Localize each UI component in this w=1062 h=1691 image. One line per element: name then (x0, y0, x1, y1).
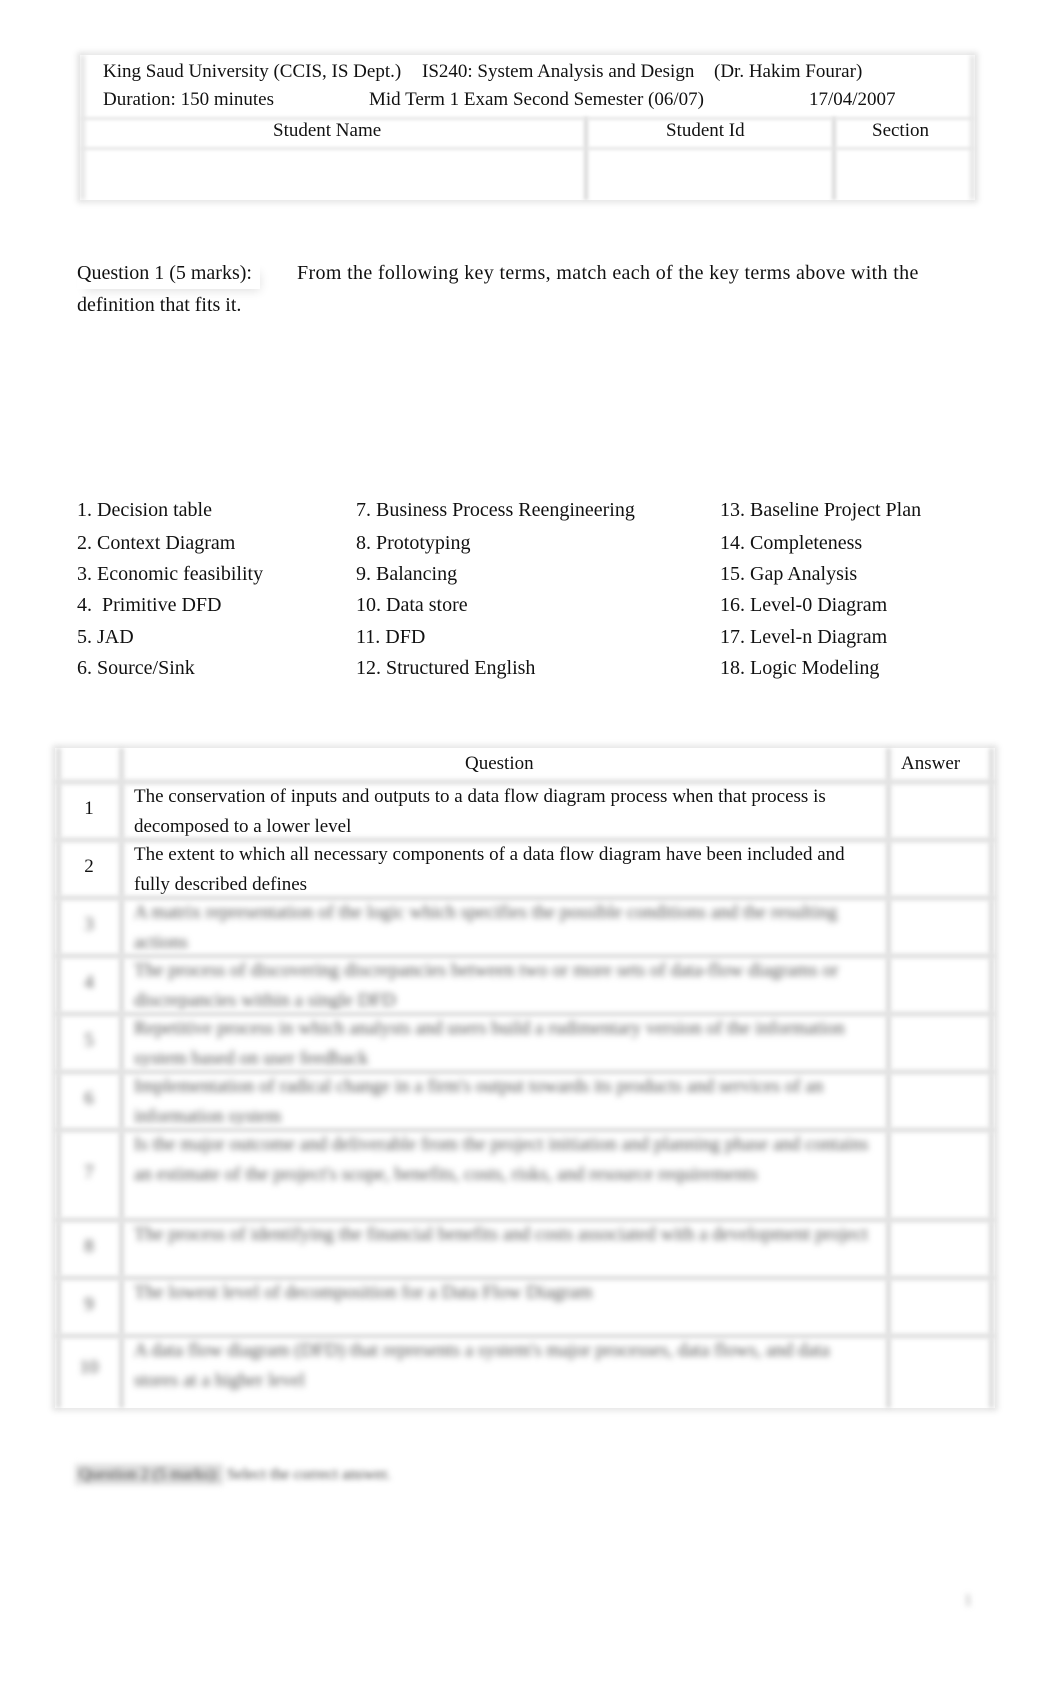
key-term: 14. Completeness (720, 532, 863, 554)
key-term: 5. JAD (77, 626, 134, 648)
row-number: 10 (79, 1357, 99, 1378)
key-term: 10. Data store (356, 594, 468, 616)
key-term: 4. Primitive DFD (77, 594, 222, 616)
answer-field[interactable] (895, 1224, 985, 1274)
answer-field[interactable] (895, 1018, 985, 1068)
key-term: 12. Structured English (356, 657, 536, 679)
row-number: 1 (84, 798, 94, 819)
row-number: 7 (84, 1162, 94, 1183)
key-term: 1. Decision table (77, 499, 212, 521)
answer-field[interactable] (895, 844, 985, 894)
table-border (988, 748, 995, 1408)
row-number: 4 (84, 972, 94, 993)
answer-field[interactable] (895, 960, 985, 1010)
row-number: 6 (84, 1088, 94, 1109)
answer-field[interactable] (895, 1076, 985, 1126)
key-term: 11. DFD (356, 626, 426, 648)
course-title: IS240: System Analysis and Design (422, 61, 695, 82)
exam-title: Mid Term 1 Exam Second Semester (06/07) (369, 89, 704, 110)
question-text: A matrix representation of the logic whi… (134, 902, 838, 953)
key-term: 2. Context Diagram (77, 532, 236, 554)
key-term: 8. Prototyping (356, 532, 471, 554)
question-2-text: Select the correct answer. (226, 1466, 391, 1483)
question-text: The process of discovering discrepancies… (134, 960, 839, 1011)
question-text: Implementation of radical change in a fi… (134, 1076, 824, 1127)
row-number: 9 (84, 1294, 94, 1315)
student-id-field[interactable] (591, 152, 829, 196)
question-text: The extent to which all necessary compon… (134, 844, 845, 895)
table-border (80, 147, 975, 150)
key-term: 7. Business Process Reengineering (356, 499, 635, 521)
question-column-header: Question (465, 753, 534, 774)
row-number: 2 (84, 856, 94, 877)
page-number: 1 (964, 1592, 972, 1609)
key-term: 3. Economic feasibility (77, 563, 264, 585)
question-text: Is the major outcome and deliverable fro… (134, 1134, 869, 1185)
table-border (970, 55, 975, 200)
key-term: 17. Level-n Diagram (720, 626, 888, 648)
key-term: 15. Gap Analysis (720, 563, 858, 585)
answer-field[interactable] (895, 902, 985, 952)
university-name: King Saud University (CCIS, IS Dept.) (103, 61, 402, 82)
section-header: Section (872, 120, 929, 141)
table-border (80, 117, 975, 120)
answer-field[interactable] (895, 786, 985, 836)
row-number: 8 (84, 1236, 94, 1257)
answer-field[interactable] (895, 1282, 985, 1332)
question-1-text: From the following key terms, match each… (297, 262, 919, 284)
section-field[interactable] (841, 152, 969, 196)
answer-field[interactable] (895, 1134, 985, 1216)
question-text: The conservation of inputs and outputs t… (134, 786, 826, 837)
question-2: Question 2 (5 marks): Select the correct… (75, 1464, 391, 1485)
question-2-label: Question 2 (5 marks): (75, 1464, 223, 1485)
student-name-header: Student Name (273, 120, 382, 141)
student-name-field[interactable] (86, 152, 579, 196)
table-border (118, 748, 125, 1408)
student-id-header: Student Id (666, 120, 745, 141)
question-text: The lowest level of decomposition for a … (134, 1282, 593, 1303)
answer-table: Question Answer 1 The conservation of inp… (55, 748, 995, 1408)
instructor-name: (Dr. Hakim Fourar) (714, 61, 863, 82)
answer-column-header: Answer (901, 753, 961, 774)
table-border (583, 117, 589, 200)
question-1-label: Question 1 (5 marks): (77, 262, 260, 289)
key-term: 13. Baseline Project Plan (720, 499, 922, 521)
exam-duration: Duration: 150 minutes (103, 89, 274, 110)
key-term: 9. Balancing (356, 563, 458, 585)
question-1-text-cont: definition that fits it. (77, 294, 242, 316)
key-term: 6. Source/Sink (77, 657, 195, 679)
question-text: A data flow diagram (DFD) that represent… (134, 1340, 830, 1391)
table-border (885, 748, 892, 1408)
row-number: 5 (84, 1030, 94, 1051)
table-border (831, 117, 837, 200)
row-number: 3 (84, 914, 94, 935)
answer-field[interactable] (895, 1340, 985, 1400)
table-border (80, 55, 85, 200)
key-term: 16. Level-0 Diagram (720, 594, 888, 616)
exam-date: 17/04/2007 (809, 89, 896, 110)
key-term: 18. Logic Modeling (720, 657, 880, 679)
question-text: Repetitive process in which analysts and… (134, 1018, 845, 1069)
question-text: The process of identifying the financial… (134, 1224, 868, 1245)
